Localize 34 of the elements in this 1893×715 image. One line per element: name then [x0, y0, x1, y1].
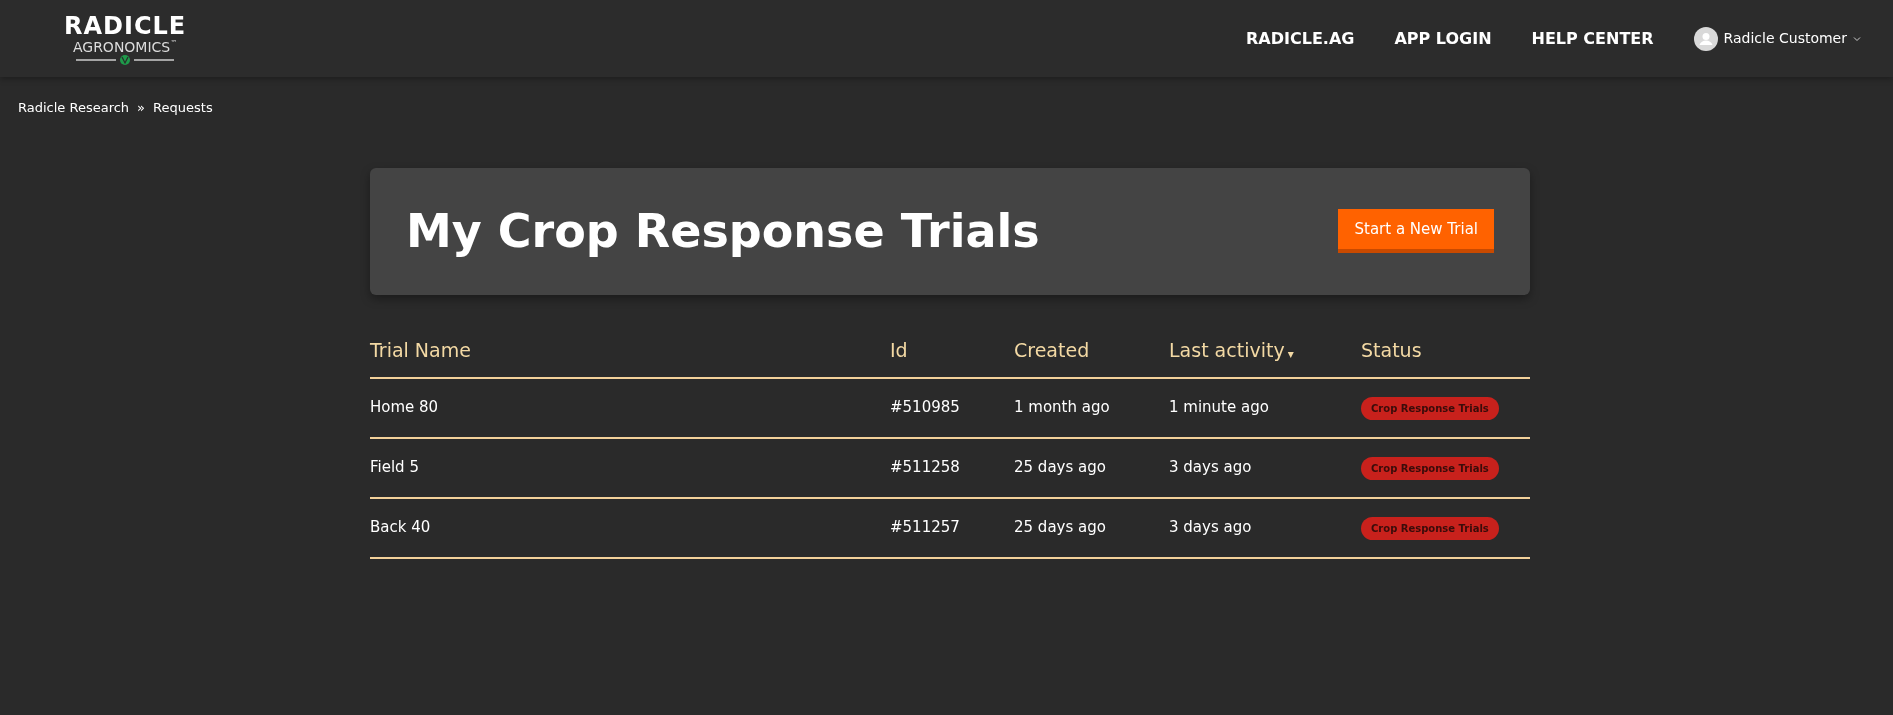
- breadcrumb-link[interactable]: Requests: [153, 98, 213, 118]
- nav-link[interactable]: RADICLE.AG: [1246, 26, 1355, 51]
- status-badge: Crop Response Trials: [1361, 456, 1499, 480]
- logo-wordmark: RADICLE: [64, 12, 187, 39]
- table-cell-text: #511257: [890, 517, 961, 539]
- nav-link[interactable]: APP LOGIN: [1394, 26, 1492, 51]
- status-badge: Crop Response Trials: [1361, 396, 1499, 420]
- logo-leaf-divider-icon: [76, 54, 175, 65]
- table-cell-text: 3 days ago: [1169, 457, 1253, 479]
- sort-indicator: ▾: [1287, 345, 1294, 363]
- status-badge: Crop Response Trials: [1361, 516, 1499, 540]
- table-cell-text: 1 month ago: [1014, 397, 1111, 419]
- table-cell-text: #511258: [890, 457, 961, 479]
- table-cell-text: #510985: [890, 397, 961, 419]
- table-cell-text: 25 days ago: [1014, 457, 1107, 479]
- breadcrumb-separator: »: [137, 99, 146, 117]
- table-cell-text: 25 days ago: [1014, 517, 1107, 539]
- table-cell-text: Back 40: [370, 517, 432, 539]
- column-header[interactable]: Id: [890, 336, 908, 365]
- column-header[interactable]: Status: [1361, 336, 1422, 365]
- nav-link[interactable]: HELP CENTER: [1531, 26, 1654, 51]
- table-cell-text: Field 5: [370, 457, 420, 479]
- avatar-icon: [1693, 26, 1718, 51]
- table-cell-text: 3 days ago: [1169, 517, 1253, 539]
- table-cell-text: 1 minute ago: [1169, 397, 1270, 419]
- table-cell-text: Home 80: [370, 397, 440, 419]
- column-header[interactable]: Created: [1014, 336, 1090, 365]
- page-title: My Crop Response Trials: [406, 202, 1040, 260]
- chevron-down-icon: [1853, 35, 1861, 42]
- logo-subtitle: AGRONOMICS: [72, 38, 171, 55]
- column-header[interactable]: Last activity: [1169, 336, 1285, 365]
- breadcrumb-link[interactable]: Radicle Research: [18, 98, 130, 118]
- column-header[interactable]: Trial Name: [370, 336, 471, 365]
- user-menu[interactable]: Radicle Customer: [1693, 26, 1861, 51]
